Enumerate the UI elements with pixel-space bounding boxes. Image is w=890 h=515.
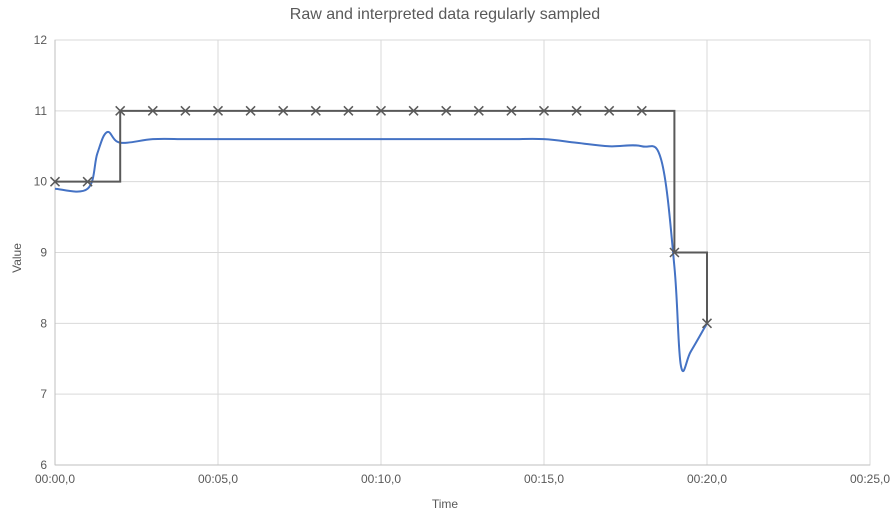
- y-tick-label: 8: [40, 316, 47, 330]
- x-tick-label: 00:15,0: [524, 472, 564, 486]
- y-tick-label: 12: [34, 33, 48, 47]
- y-tick-label: 10: [34, 175, 48, 189]
- x-tick-label: 00:05,0: [198, 472, 238, 486]
- chart-plot: 6 7 8 9 10 11 12 00:00,0 00:05,0 00:10,0 00:15,0 00…: [0, 0, 890, 515]
- x-tick-label: 00:10,0: [361, 472, 401, 486]
- y-tick-label: 11: [35, 104, 48, 118]
- y-tick-label: 7: [40, 387, 47, 401]
- y-tick-label: 6: [40, 458, 47, 472]
- x-tick-label: 00:25,0: [850, 472, 890, 486]
- chart-container: Raw and interpreted data regularly sampl…: [0, 0, 890, 515]
- x-tick-label: 00:00,0: [35, 472, 75, 486]
- y-tick-label: 9: [40, 246, 47, 260]
- x-tick-label: 00:20,0: [687, 472, 727, 486]
